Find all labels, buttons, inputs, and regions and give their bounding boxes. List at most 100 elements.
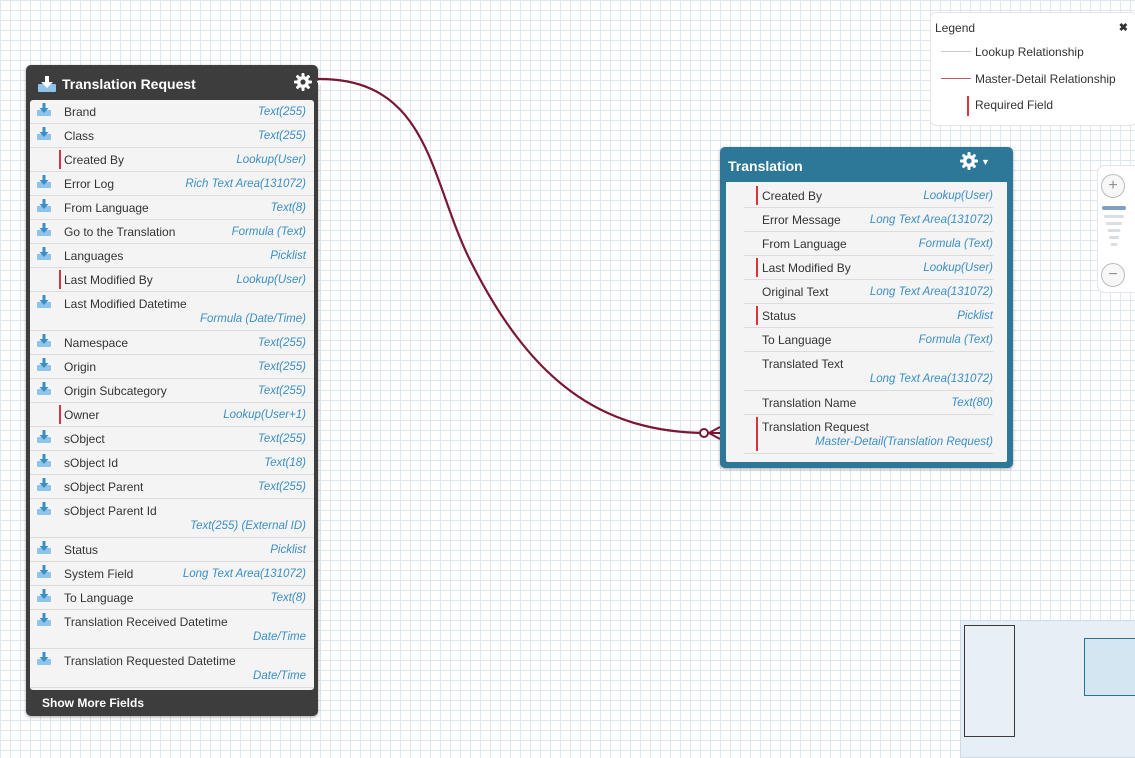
field-row[interactable]: Translation Name Text(80) xyxy=(744,391,993,415)
field-type: Long Text Area(131072) xyxy=(869,286,993,298)
zoom-slider-tick xyxy=(1110,243,1118,246)
minimap[interactable] xyxy=(960,620,1135,758)
download-icon xyxy=(36,247,52,261)
zoom-slider-tick xyxy=(1104,215,1124,218)
zoom-out-button[interactable]: − xyxy=(1101,263,1125,287)
field-row[interactable]: Origin Text(255) xyxy=(30,355,314,379)
zoom-slider[interactable] xyxy=(1102,206,1126,256)
field-row[interactable]: From Language Formula (Text) xyxy=(744,232,993,256)
field-row[interactable]: sObject Text(255) xyxy=(30,427,314,451)
show-more-fields-link[interactable]: Show More Fields xyxy=(26,690,318,716)
object-menu-button[interactable]: ▼ xyxy=(294,73,324,93)
download-icon xyxy=(36,382,52,396)
download-icon xyxy=(36,652,52,666)
field-row[interactable]: Created By Lookup(User) xyxy=(30,148,314,172)
field-list-wrapper: Created By Lookup(User) Error Message Long … xyxy=(720,182,1013,468)
field-list: Created By Lookup(User) Error Message Long … xyxy=(726,182,1007,462)
field-name: sObject xyxy=(64,432,105,446)
field-row[interactable]: Created By Lookup(User) xyxy=(744,184,993,208)
field-list: Brand Text(255) Class Text(255) Created By Lo… xyxy=(30,100,314,690)
field-row[interactable]: Translation Request Master-Detail(Transla… xyxy=(744,415,993,454)
field-row[interactable]: Last Modified By Lookup(User) xyxy=(30,268,314,292)
field-type: Text(255) xyxy=(257,481,306,493)
field-row[interactable]: sObject Parent Text(255) xyxy=(30,475,314,499)
zoom-slider-thumb[interactable] xyxy=(1102,206,1126,210)
required-field-marker xyxy=(59,270,61,289)
field-name: Class xyxy=(64,129,95,143)
field-type: Lookup(User) xyxy=(923,190,993,202)
field-row[interactable]: Translation Received Datetime Date/Time xyxy=(30,610,314,649)
zoom-in-button[interactable]: + xyxy=(1101,174,1125,198)
field-row[interactable]: Error Message Long Text Area(131072) xyxy=(744,208,993,232)
field-type: Lookup(User) xyxy=(236,274,306,286)
field-row[interactable]: Go to the Translation Formula (Text) xyxy=(30,220,314,244)
field-row[interactable]: System Field Long Text Area(131072) xyxy=(30,562,314,586)
field-name: Status xyxy=(64,543,99,557)
download-icon xyxy=(36,430,52,444)
field-name: sObject Id xyxy=(64,456,119,470)
field-name: From Language xyxy=(64,201,149,215)
field-row[interactable]: Translation Requested Datetime Date/Time xyxy=(30,649,314,688)
minimap-object-translation-request[interactable] xyxy=(964,625,1015,737)
required-field-marker xyxy=(59,150,61,169)
field-type: Formula (Text) xyxy=(231,226,306,238)
required-marker-swatch xyxy=(967,96,969,116)
object-card-translation[interactable]: Translation ▼ Created By Lookup(User) Er… xyxy=(720,147,1013,468)
field-row[interactable]: Last Modified Datetime Formula (Date/Time… xyxy=(30,292,314,331)
required-field-marker xyxy=(756,186,758,205)
object-title[interactable]: Translation Request xyxy=(62,76,196,92)
field-row[interactable]: To Language Formula (Text) xyxy=(744,328,993,352)
field-type: Rich Text Area(131072) xyxy=(185,178,306,190)
minimap-object-translation[interactable] xyxy=(1084,638,1135,696)
field-row[interactable]: Translated Text Long Text Area(131072) xyxy=(744,352,993,391)
download-icon xyxy=(36,478,52,492)
field-row[interactable]: Owner Lookup(User+1) xyxy=(30,403,314,427)
object-title[interactable]: Translation xyxy=(728,158,803,174)
field-row[interactable]: Brand Text(255) xyxy=(30,100,314,124)
object-card-translation-request[interactable]: Translation Request ▼ Brand Text(255) Cl… xyxy=(26,65,324,716)
field-type: Lookup(User+1) xyxy=(223,409,306,421)
schema-canvas[interactable]: Translation Request ▼ Brand Text(255) Cl… xyxy=(0,0,1135,758)
field-type: Master-Detail(Translation Request) xyxy=(815,436,993,448)
field-type: Text(8) xyxy=(270,592,306,604)
field-row[interactable]: From Language Text(8) xyxy=(30,196,314,220)
field-name: System Field xyxy=(64,567,134,581)
field-row[interactable]: Status Picklist xyxy=(30,538,314,562)
download-icon xyxy=(37,75,57,93)
field-row[interactable]: Original Text Long Text Area(131072) xyxy=(744,280,993,304)
field-row[interactable]: sObject Id Text(18) xyxy=(30,451,314,475)
plus-icon: + xyxy=(1108,177,1118,194)
field-row[interactable]: Last Modified By Lookup(User) xyxy=(744,256,993,280)
field-name: Translated Text xyxy=(762,357,844,371)
field-type: Text(255) (External ID) xyxy=(190,520,306,532)
legend-label: Required Field xyxy=(975,98,1054,112)
field-type: Text(18) xyxy=(264,457,306,469)
field-name: Owner xyxy=(64,408,100,422)
field-row[interactable]: Origin Subcategory Text(255) xyxy=(30,379,314,403)
download-icon xyxy=(36,223,52,237)
field-name: Translation Requested Datetime xyxy=(64,654,236,668)
download-icon xyxy=(36,358,52,372)
field-type: Long Text Area(131072) xyxy=(869,373,993,385)
field-row[interactable]: Languages Picklist xyxy=(30,244,314,268)
field-name: Error Message xyxy=(762,213,841,227)
object-menu-button[interactable]: ▼ xyxy=(960,152,990,172)
field-row[interactable]: sObject Parent Id Text(255) (External ID) xyxy=(30,499,314,538)
field-name: Translation Received Datetime xyxy=(64,615,228,629)
field-type: Lookup(User) xyxy=(923,262,993,274)
field-name: Translation Name xyxy=(762,396,857,410)
legend-label: Master-Detail Relationship xyxy=(975,72,1116,86)
field-row[interactable]: Namespace Text(255) xyxy=(30,331,314,355)
master-detail-relationship-line[interactable] xyxy=(317,77,706,435)
field-row[interactable]: Error Log Rich Text Area(131072) xyxy=(30,172,314,196)
field-row[interactable]: Class Text(255) xyxy=(30,124,314,148)
field-name: Error Log xyxy=(64,177,115,191)
field-type: Text(255) xyxy=(257,337,306,349)
field-row[interactable]: To Language Text(8) xyxy=(30,586,314,610)
required-field-marker xyxy=(756,306,758,325)
field-type: Formula (Date/Time) xyxy=(200,313,306,325)
field-name: Original Text xyxy=(762,285,829,299)
close-icon[interactable]: ✖ xyxy=(1119,21,1128,34)
field-row[interactable]: Status Picklist xyxy=(744,304,993,328)
download-icon xyxy=(36,589,52,603)
